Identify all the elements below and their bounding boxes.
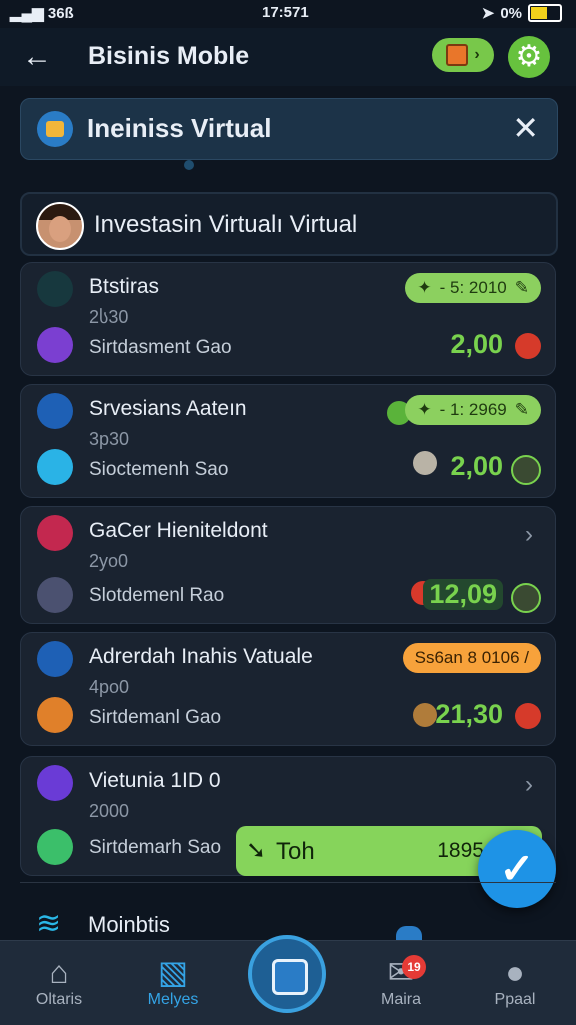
center-action-button[interactable] (248, 935, 326, 1013)
arrow-right-icon: › (474, 46, 480, 63)
home-icon: ⌂ (49, 954, 69, 990)
nav-label: Ppaal (494, 991, 536, 1008)
action-label: Toh (276, 838, 315, 865)
heart-icon (515, 333, 541, 359)
item-title: Adrerdah Inahis Vatuale (89, 645, 313, 668)
nav-item-profile[interactable]: ● Ppaal (460, 953, 570, 1009)
amount: 12,09 (423, 579, 503, 610)
nav-label: Oltaris (35, 991, 83, 1008)
status-left-text: 36ß (47, 5, 74, 22)
item-subtitle: 4pο0 (89, 677, 130, 697)
item-description: Sirtdasment Gao (89, 337, 232, 358)
item-title: Btstiras (89, 275, 160, 298)
nav-label: Melyes (147, 991, 199, 1008)
edit-icon: ✎ (514, 400, 529, 419)
bottom-nav: ⌂ Oltaris ▧ Melyes ✉ 19 Maira ● Ppaal (0, 935, 576, 1025)
nav-item-chart[interactable]: ▧ Melyes (118, 953, 228, 1009)
amount: 2,00 (450, 329, 503, 359)
star-icon: ✦ (417, 278, 432, 297)
wifi-icon: ≋ (36, 907, 62, 940)
battery-icon (528, 4, 562, 22)
sun-icon (37, 697, 73, 733)
badge-text: - 1: 2969 (439, 400, 507, 419)
clock-icon (37, 515, 73, 551)
banner-title: Ineiniss Virtual (87, 113, 272, 143)
check-icon: ✓ (499, 845, 535, 892)
item-description: Slotdemenl Rao (89, 585, 225, 606)
status-badge[interactable]: ✦ - 5: 2010 ✎ (405, 273, 541, 303)
item-description: Sioctemenh Sao (89, 459, 229, 480)
amount: 21,30 (435, 699, 503, 729)
app-header: ← Bisinis Moble › ⚙ (0, 28, 576, 86)
house-icon (37, 641, 73, 677)
signal-icon: ▂▄▆ (10, 5, 44, 22)
nav-label: Maira (380, 991, 421, 1008)
chart-icon: ▧ (157, 954, 189, 990)
battery-percent: 0% (500, 4, 522, 22)
item-subtitle: 2ს30 (89, 307, 129, 327)
clipboard-icon (37, 765, 73, 801)
star-icon: ✦ (417, 400, 432, 419)
shield-icon (511, 583, 541, 613)
item-subtitle: 3p30 (89, 429, 130, 449)
avatar[interactable] (36, 202, 84, 250)
coin-stack-icon (37, 111, 73, 147)
notification-badge: 19 (402, 955, 426, 979)
decorative-dot (184, 160, 194, 170)
plant-icon (413, 703, 437, 727)
item-title: Vietunia 1ID 0 (89, 769, 221, 792)
nav-item-mail[interactable]: ✉ 19 Maira (346, 953, 456, 1009)
partial-item-title[interactable]: Moinbtis (88, 912, 170, 938)
status-badge[interactable]: ✦ - 1: 2969 ✎ (405, 395, 541, 425)
item-description: Sirtdemarh Sao (89, 837, 222, 858)
info-banner[interactable]: Ineiniss Virtual ✕ (20, 98, 558, 160)
gift-icon (37, 327, 73, 363)
arrow-down-icon: ➘ (246, 837, 267, 864)
wallet-icon (446, 44, 469, 66)
chevron-right-icon[interactable]: › (525, 771, 533, 799)
heart-icon (515, 703, 541, 729)
globe-icon (37, 829, 73, 865)
location-icon: ➤ (481, 5, 495, 22)
edit-icon: ✎ (514, 278, 529, 297)
list-item[interactable]: Srvesians Aateın 3p30 Sioctemenh Sao ✦ -… (20, 384, 556, 498)
gear-icon[interactable]: ⚙ (508, 36, 550, 78)
nav-item-home[interactable]: ⌂ Oltaris (4, 953, 114, 1009)
list-item[interactable]: Adrerdah Inahis Vatuale 4pο0 Sirtdemanl … (20, 632, 556, 746)
confirm-button[interactable]: ✓ (478, 830, 556, 908)
status-badge[interactable]: Ss6an 8 0106 / (402, 643, 541, 673)
badge-text: - 5: 2010 (439, 278, 507, 297)
document-icon (37, 393, 73, 429)
status-bar: ▂▄▆ 36ß 17:571 ➤ 0% (0, 0, 576, 28)
profile-field-text: Investasin Virtualı Virtual (94, 211, 358, 238)
page-title: Bisinis Moble (88, 42, 250, 70)
list-item[interactable]: Btstiras 2ს30 Sirtdasment Gao ✦ - 5: 201… (20, 262, 556, 376)
bowl-icon (413, 451, 437, 475)
person-icon: ● (505, 954, 525, 990)
item-description: Sirtdemanl Gao (89, 707, 222, 728)
back-arrow-icon[interactable]: ← (22, 40, 52, 74)
wallet-button[interactable]: › (432, 38, 494, 72)
item-title: Srvesians Aateın (89, 397, 247, 420)
mountain-icon (37, 271, 73, 307)
amount: 2,00 (450, 451, 503, 481)
item-subtitle: 2000 (89, 801, 130, 821)
badge-text: Ss6an 8 0106 / (414, 648, 529, 667)
music-icon (37, 577, 73, 613)
item-subtitle: 2yo0 (89, 551, 129, 571)
close-icon[interactable]: ✕ (512, 109, 539, 147)
shield-icon (511, 455, 541, 485)
chevron-right-icon[interactable]: › (525, 521, 533, 549)
globe-icon (37, 449, 73, 485)
item-title: GaCer Hieniteldont (89, 519, 268, 542)
list-item[interactable]: GaCer Hieniteldont 2yo0 Slotdemenl Rao ›… (20, 506, 556, 624)
signal-indicator: ▂▄▆ 36ß (10, 4, 74, 22)
profile-field[interactable]: Investasin Virtualı Virtual (20, 192, 558, 256)
divider (20, 882, 556, 883)
mail-icon: ✉ (387, 954, 415, 990)
clock: 17:571 (262, 4, 309, 21)
status-right: ➤ 0% (482, 4, 562, 22)
